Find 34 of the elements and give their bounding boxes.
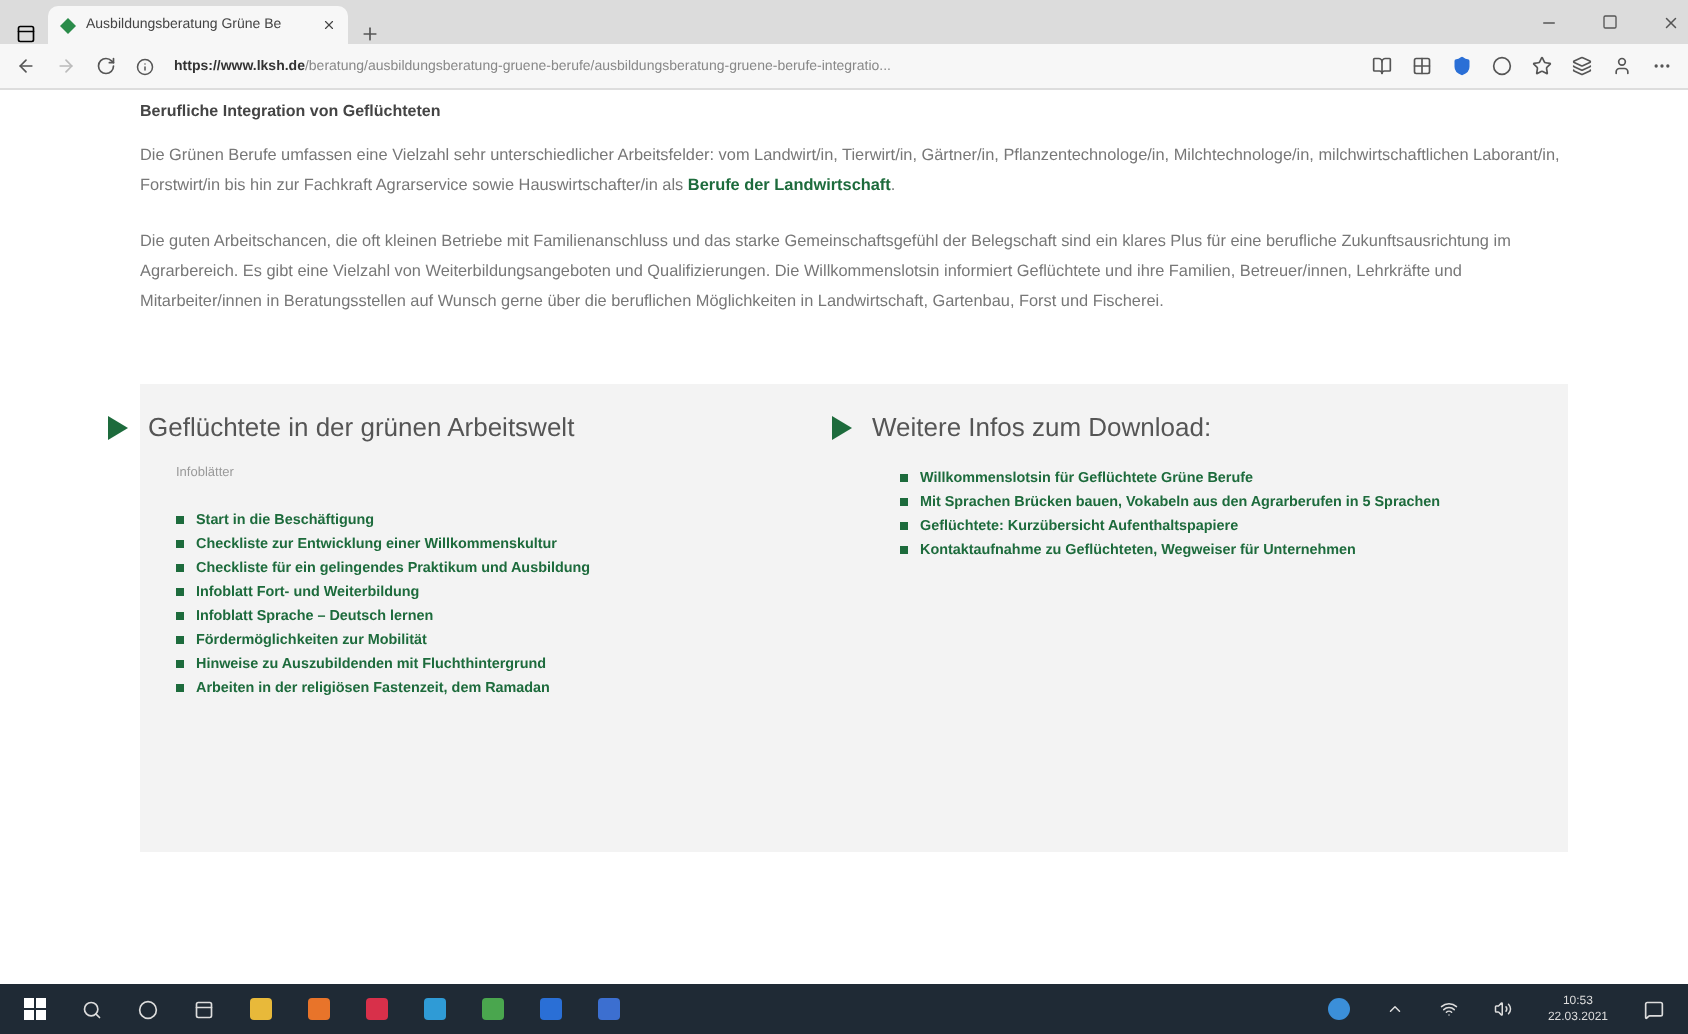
app-icon[interactable] <box>424 998 446 1020</box>
reload-icon[interactable] <box>96 56 116 76</box>
column-title: Weitere Infos zum Download: <box>872 412 1212 442</box>
close-icon[interactable] <box>322 18 336 32</box>
maximize-icon[interactable] <box>1602 14 1618 30</box>
triangle-icon <box>832 415 852 439</box>
grid-icon[interactable] <box>1412 56 1432 76</box>
app-icon[interactable] <box>482 998 504 1020</box>
tab-actions-icon[interactable] <box>16 24 36 44</box>
profile-icon[interactable] <box>1612 56 1632 76</box>
notification-icon[interactable] <box>1644 999 1664 1019</box>
app-icon[interactable] <box>366 998 388 1020</box>
circle-icon[interactable] <box>1492 56 1512 76</box>
windows-icon[interactable] <box>24 998 46 1020</box>
paragraph: Die guten Arbeitschancen, die oft kleinen Betriebe mit Familienanschluss und das starke Gemeinschaftsgefühl der Belegschaft sind ein klares Plus für eine berufliche Zukunftsausrichtung im Agrarbereich. Es gibt eine Vielzahl von Weiterbildungsangeboten und Qualifizierungen. Die Willkommenslotsin informiert Geflüchtete und ihre Familien, Betreuer/innen, Lehrkräfte und Mitarbeiter/innen in Beratungsstellen auf Wunsch gerne über die beruflichen Möglichkeiten in Landwirtschaft, Gartenbau, Forst und Fischerei. <box>140 230 1513 314</box>
column-title: Geflüchtete in der grünen Arbeitswelt <box>148 412 575 442</box>
globe-icon[interactable] <box>1327 998 1350 1020</box>
new-tab-icon[interactable] <box>360 24 380 44</box>
section-heading: Berufliche Integration von Geflüchteten <box>140 102 443 120</box>
collections-icon[interactable] <box>1572 56 1592 76</box>
app-icon[interactable] <box>308 998 330 1020</box>
volume-icon[interactable] <box>1493 1000 1512 1018</box>
reader-icon[interactable] <box>1372 56 1392 76</box>
shield-icon[interactable] <box>1452 56 1472 76</box>
star-icon[interactable] <box>1532 56 1552 76</box>
wifi-icon[interactable] <box>1439 1000 1458 1018</box>
info-icon[interactable] <box>136 57 154 75</box>
chevron-up-icon[interactable] <box>1385 1000 1404 1018</box>
paragraph: Die Grünen Berufe umfassen eine Vielzahl sehr unterschiedlicher Arbeitsfelder: vom Landwirt/in, Tierwirt/in, Gärtner/in, Pflanzentechnologe/in, Milchtechnologe/in, milchwirtschaftlichen Laborant/in, Forstwirt/in bis hin zur Fachkraft Agrarservice sowie Hauswirtschafter/in als Berufe der Landwirtschaft. <box>140 144 1562 198</box>
search-icon[interactable] <box>82 999 102 1019</box>
back-icon[interactable] <box>16 56 36 76</box>
close-icon[interactable] <box>1662 13 1680 31</box>
task-view-icon[interactable] <box>194 999 214 1019</box>
triangle-icon <box>108 415 128 439</box>
